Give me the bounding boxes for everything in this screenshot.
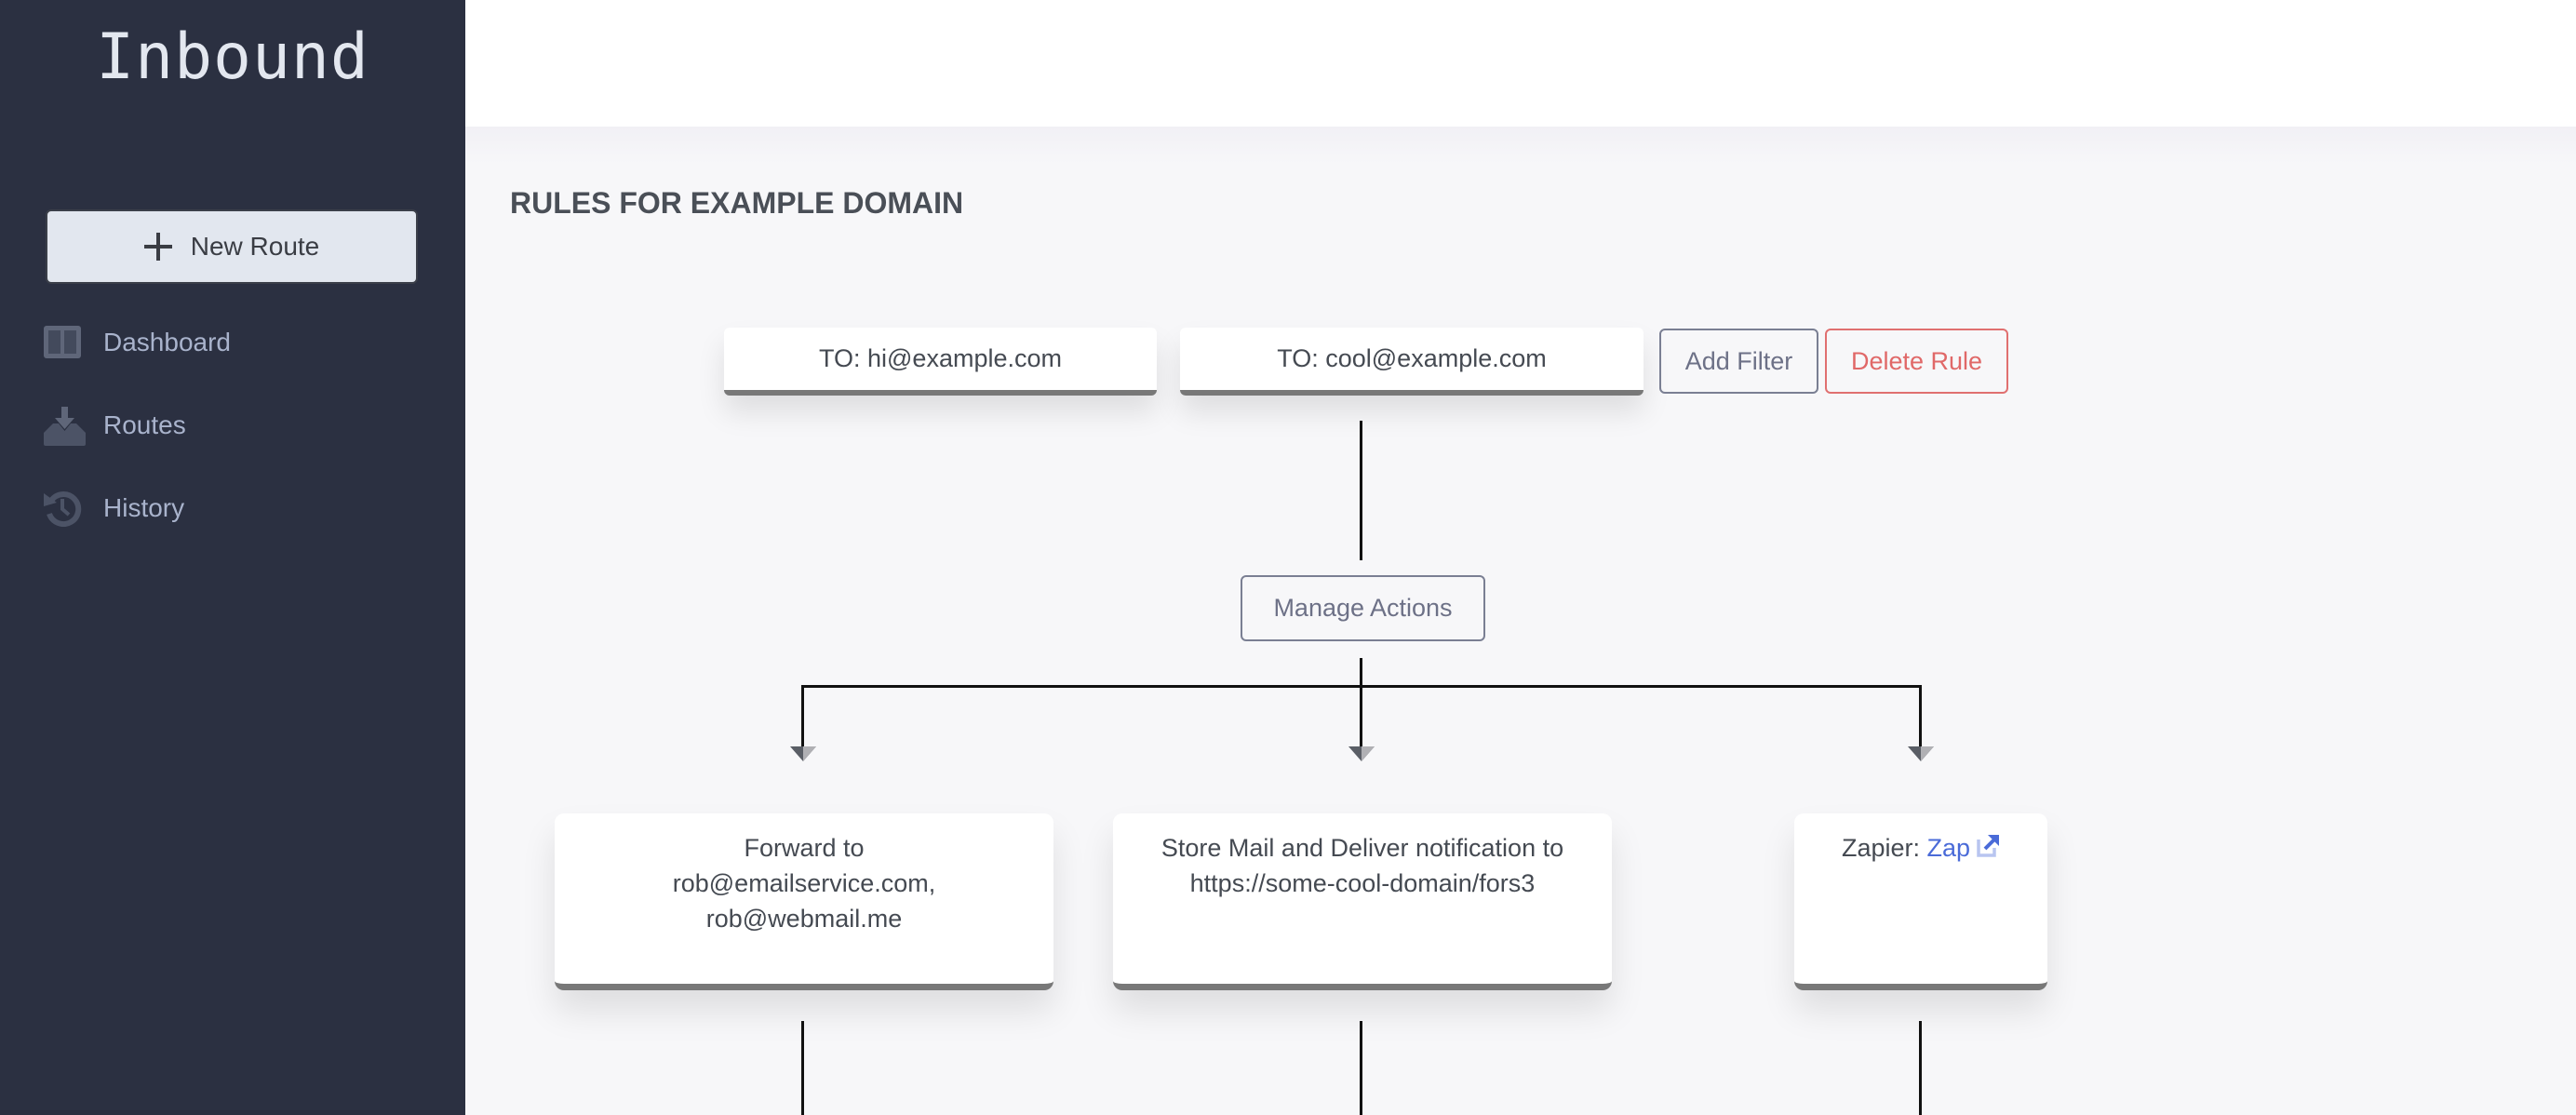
add-filter-button[interactable]: Add Filter [1659,329,1818,394]
action-text: Store Mail and Deliver notification to h… [1161,834,1564,897]
connector-line [801,685,1922,688]
sidebar-item-routes[interactable]: Routes [44,407,186,446]
sidebar-item-label: History [103,493,185,522]
dashboard-icon [44,324,83,361]
connector-line [1360,1021,1362,1115]
manage-actions-button[interactable]: Manage Actions [1241,575,1485,641]
sidebar-item-dashboard[interactable]: Dashboard [44,324,231,361]
page-title: RULES FOR EXAMPLE DOMAIN [510,186,964,220]
zap-link-label: Zap [1926,834,1971,862]
connector-line [801,1021,804,1115]
app-logo: Inbound [96,20,369,94]
connector-line [1919,685,1922,750]
zap-link[interactable]: Zap [1927,834,2001,862]
top-header [465,0,2576,127]
inbox-download-icon [44,407,86,446]
filter-card[interactable]: TO: cool@example.com [1180,328,1644,396]
action-prefix: Zapier: [1841,834,1920,862]
sidebar-item-label: Dashboard [103,328,231,356]
filter-label: TO: cool@example.com [1277,344,1547,372]
action-card-zapier[interactable]: Zapier: Zap [1794,813,2047,990]
new-route-label: New Route [190,232,320,261]
delete-rule-button[interactable]: Delete Rule [1825,329,2008,394]
external-link-icon [1976,832,2000,867]
arrow-down-icon [790,746,816,761]
action-card-forward[interactable]: Forward to rob@emailservice.com, rob@web… [555,813,1053,990]
connector-line [1919,1021,1922,1115]
connector-line [1360,658,1362,751]
arrow-down-icon [1908,746,1934,761]
arrow-down-icon [1348,746,1375,761]
action-card-store-notify[interactable]: Store Mail and Deliver notification to h… [1113,813,1612,990]
sidebar-item-label: Routes [103,410,186,439]
new-route-button[interactable]: New Route [46,209,418,284]
sidebar: Inbound New Route Dashboard Routes Histo… [0,0,465,1115]
filter-label: TO: hi@example.com [819,344,1062,372]
action-text: Forward to rob@emailservice.com, rob@web… [672,834,936,933]
connector-line [1360,421,1362,560]
connector-line [801,685,804,750]
sidebar-item-history[interactable]: History [44,490,185,528]
history-icon [44,490,83,528]
header-shadow [465,127,2576,164]
plus-icon [143,233,172,261]
filter-card[interactable]: TO: hi@example.com [724,328,1157,396]
